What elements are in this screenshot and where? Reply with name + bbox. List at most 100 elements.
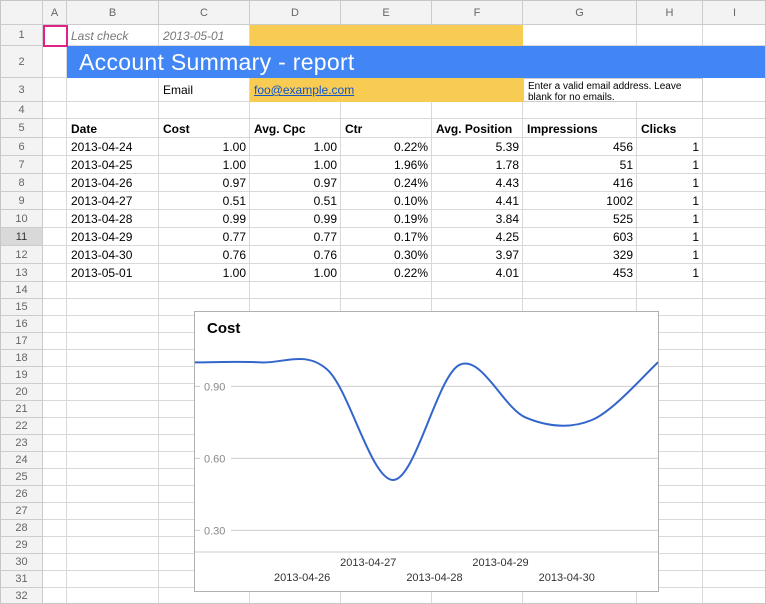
cell-H4[interactable] (637, 102, 703, 119)
cell-I28[interactable] (703, 520, 766, 537)
cell-A12[interactable] (43, 246, 67, 264)
table-cell-r13-ctr[interactable]: 0.22% (341, 264, 432, 282)
cell-I18[interactable] (703, 350, 766, 367)
row-header-24[interactable]: 24 (1, 452, 43, 469)
cell-B27[interactable] (67, 503, 159, 520)
cell-A5[interactable] (43, 119, 67, 138)
cell-I5[interactable] (703, 119, 766, 138)
cell-F14[interactable] (432, 282, 523, 299)
row-header-29[interactable]: 29 (1, 537, 43, 554)
report-title-banner[interactable]: Account Summary - report (67, 46, 766, 78)
cell-B26[interactable] (67, 486, 159, 503)
cell-I24[interactable] (703, 452, 766, 469)
table-cell-r6-avg-cpc[interactable]: 1.00 (250, 138, 341, 156)
cell-I22[interactable] (703, 418, 766, 435)
table-header-avg-cpc[interactable]: Avg. Cpc (250, 119, 341, 138)
cell-B24[interactable] (67, 452, 159, 469)
cell-email-label[interactable]: Email (159, 78, 250, 102)
column-header-G[interactable]: G (523, 1, 637, 25)
cell-A18[interactable] (43, 350, 67, 367)
table-cell-r10-clicks[interactable]: 1 (637, 210, 703, 228)
column-header-A[interactable]: A (43, 1, 67, 25)
cell-I21[interactable] (703, 401, 766, 418)
cell-last-check-label[interactable]: Last check (67, 25, 159, 46)
cell-A3[interactable] (43, 78, 67, 102)
row-header-2[interactable]: 2 (1, 46, 43, 78)
row-header-1[interactable]: 1 (1, 25, 43, 46)
table-cell-r12-impressions[interactable]: 329 (523, 246, 637, 264)
cell-A24[interactable] (43, 452, 67, 469)
cell-G4[interactable] (523, 102, 637, 119)
row-header-17[interactable]: 17 (1, 333, 43, 350)
row-header-14[interactable]: 14 (1, 282, 43, 299)
row-header-4[interactable]: 4 (1, 102, 43, 119)
cell-I32[interactable] (703, 588, 766, 604)
column-header-D[interactable]: D (250, 1, 341, 25)
cell-I12[interactable] (703, 246, 766, 264)
cell-I6[interactable] (703, 138, 766, 156)
cell-B19[interactable] (67, 367, 159, 384)
cell-B29[interactable] (67, 537, 159, 554)
table-cell-r11-impressions[interactable]: 603 (523, 228, 637, 246)
cell-I29[interactable] (703, 537, 766, 554)
row-header-16[interactable]: 16 (1, 316, 43, 333)
table-cell-r9-avg-position[interactable]: 4.41 (432, 192, 523, 210)
cell-G1[interactable] (523, 25, 637, 46)
cell-B23[interactable] (67, 435, 159, 452)
cell-A17[interactable] (43, 333, 67, 350)
cell-email-value[interactable]: foo@example.com (250, 78, 523, 102)
cell-I13[interactable] (703, 264, 766, 282)
cell-A30[interactable] (43, 554, 67, 571)
table-cell-r11-cost[interactable]: 0.77 (159, 228, 250, 246)
cell-B32[interactable] (67, 588, 159, 604)
row-header-28[interactable]: 28 (1, 520, 43, 537)
cell-B16[interactable] (67, 316, 159, 333)
cell-A32[interactable] (43, 588, 67, 604)
cell-A16[interactable] (43, 316, 67, 333)
table-cell-r7-clicks[interactable]: 1 (637, 156, 703, 174)
cell-A19[interactable] (43, 367, 67, 384)
row-header-12[interactable]: 12 (1, 246, 43, 264)
table-cell-r9-date[interactable]: 2013-04-27 (67, 192, 159, 210)
cell-A26[interactable] (43, 486, 67, 503)
table-cell-r10-avg-cpc[interactable]: 0.99 (250, 210, 341, 228)
table-cell-r9-clicks[interactable]: 1 (637, 192, 703, 210)
table-cell-r9-impressions[interactable]: 1002 (523, 192, 637, 210)
cell-B28[interactable] (67, 520, 159, 537)
cell-I4[interactable] (703, 102, 766, 119)
cell-A29[interactable] (43, 537, 67, 554)
column-header-H[interactable]: H (637, 1, 703, 25)
cell-I17[interactable] (703, 333, 766, 350)
cell-A14[interactable] (43, 282, 67, 299)
row-header-15[interactable]: 15 (1, 299, 43, 316)
table-cell-r8-clicks[interactable]: 1 (637, 174, 703, 192)
table-cell-r8-avg-position[interactable]: 4.43 (432, 174, 523, 192)
cell-B18[interactable] (67, 350, 159, 367)
cell-A21[interactable] (43, 401, 67, 418)
cell-I11[interactable] (703, 228, 766, 246)
row-header-6[interactable]: 6 (1, 138, 43, 156)
table-cell-r8-date[interactable]: 2013-04-26 (67, 174, 159, 192)
row-header-27[interactable]: 27 (1, 503, 43, 520)
row-header-19[interactable]: 19 (1, 367, 43, 384)
row-header-31[interactable]: 31 (1, 571, 43, 588)
column-header-F[interactable]: F (432, 1, 523, 25)
cell-B21[interactable] (67, 401, 159, 418)
cell-A7[interactable] (43, 156, 67, 174)
table-cell-r8-avg-cpc[interactable]: 0.97 (250, 174, 341, 192)
table-cell-r11-avg-position[interactable]: 4.25 (432, 228, 523, 246)
row-header-20[interactable]: 20 (1, 384, 43, 401)
cell-I31[interactable] (703, 571, 766, 588)
table-cell-r7-ctr[interactable]: 1.96% (341, 156, 432, 174)
cell-E14[interactable] (341, 282, 432, 299)
table-cell-r6-impressions[interactable]: 456 (523, 138, 637, 156)
cell-F4[interactable] (432, 102, 523, 119)
cell-A15[interactable] (43, 299, 67, 316)
cell-A11[interactable] (43, 228, 67, 246)
table-cell-r6-clicks[interactable]: 1 (637, 138, 703, 156)
table-cell-r11-date[interactable]: 2013-04-29 (67, 228, 159, 246)
cell-I26[interactable] (703, 486, 766, 503)
cell-C4[interactable] (159, 102, 250, 119)
embedded-chart[interactable]: 0.300.600.902013-04-262013-04-272013-04-… (194, 311, 659, 592)
table-header-clicks[interactable]: Clicks (637, 119, 703, 138)
